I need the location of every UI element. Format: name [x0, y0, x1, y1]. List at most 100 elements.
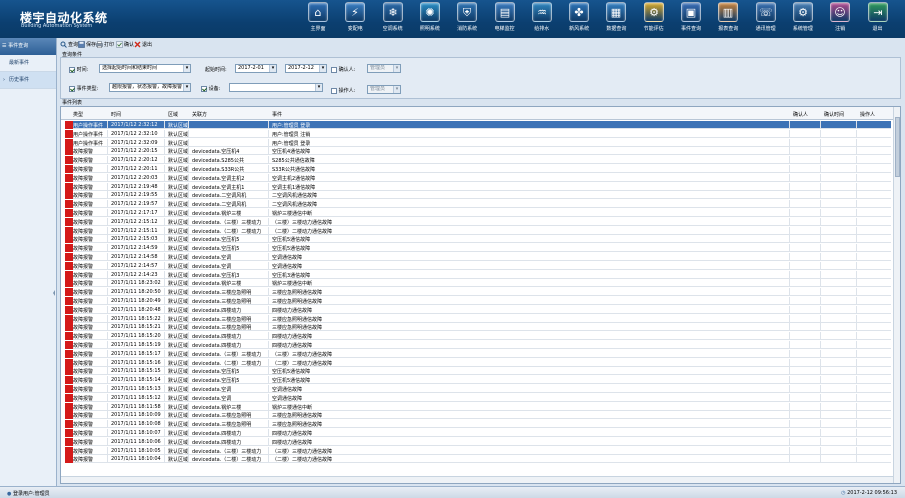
column-divider [820, 446, 821, 455]
nav-item-elevator[interactable]: ▤ 电梯监控 [487, 2, 523, 37]
table-row[interactable]: 故障报警 2017/1/12 2:20:03 默认区域 devicedata.空调主机… [65, 173, 891, 182]
table-row[interactable]: 故障报警 2017/1/11 18:10:07 默认区域 devicedata.四楼动… [65, 429, 891, 437]
event-type-checkbox-group[interactable]: 事件类型: [69, 85, 98, 92]
table-row[interactable]: 故障报警 2017/1/11 18:10:05 默认区域 devicedata.（三楼… [65, 446, 891, 455]
operator-checkbox[interactable] [331, 87, 337, 94]
vertical-scrollbar[interactable] [893, 107, 900, 483]
table-row[interactable]: 用户操作事件 2017/1/12 2:32:09 默认区域 用户:管理员 登录 [65, 138, 891, 147]
scrollbar-thumb[interactable] [895, 117, 900, 177]
table-row[interactable]: 故障报警 2017/1/12 2:19:57 默认区域 devicedata.二空调风… [65, 200, 891, 209]
column-divider [789, 429, 790, 437]
event-type-checkbox[interactable] [69, 85, 75, 92]
device-checkbox[interactable] [201, 85, 207, 92]
table-row[interactable]: 故障报警 2017/1/11 18:15:14 默认区域 devicedata.空压机… [65, 376, 891, 385]
table-row[interactable]: 故障报警 2017/1/12 2:19:55 默认区域 devicedata.二空调风… [65, 191, 891, 200]
column-header[interactable]: 操作人 [860, 111, 875, 118]
confirm-person-checkbox-group[interactable]: 确认人: [331, 66, 355, 73]
nav-item-comm[interactable]: ☏ 通讯管理 [748, 2, 784, 37]
column-header[interactable]: 时间 [111, 111, 121, 118]
nav-item-gear[interactable]: ⚙ 系统管理 [785, 2, 821, 37]
device-checkbox-group[interactable]: 设备: [201, 85, 220, 92]
table-row[interactable]: 故障报警 2017/1/11 18:15:17 默认区域 devicedata.（三楼… [65, 349, 891, 358]
table-row[interactable]: 故障报警 2017/1/11 18:15:19 默认区域 devicedata.四楼动… [65, 341, 891, 349]
column-divider [820, 349, 821, 358]
table-row[interactable]: 故障报警 2017/1/12 2:17:17 默认区域 devicedata.锅炉三楼… [65, 209, 891, 217]
nav-item-power[interactable]: ⚡ 变配电 [337, 2, 373, 37]
table-row[interactable]: 故障报警 2017/1/11 18:10:08 默认区域 devicedata.三楼应… [65, 420, 891, 429]
nav-item-logout-user[interactable]: ☺ 注销 [822, 2, 858, 37]
nav-item-exit[interactable]: ⇥ 退出 [860, 2, 896, 37]
nav-item-event[interactable]: ▣ 事件查询 [673, 2, 709, 37]
time-checkbox-group[interactable]: 时间: [69, 66, 88, 73]
time-checkbox[interactable] [69, 66, 75, 73]
table-row[interactable]: 用户操作事件 2017/1/12 2:32:12 默认区域 用户:管理员 登录 [65, 121, 891, 129]
table-row[interactable]: 故障报警 2017/1/11 18:20:50 默认区域 devicedata.三楼应… [65, 288, 891, 297]
save-button[interactable]: 保存 [78, 40, 96, 51]
start-date-picker[interactable]: 2017-2-01 ▾ [235, 64, 277, 73]
nav-item-report[interactable]: ▥ 报表查询 [710, 2, 746, 37]
nav-item-light[interactable]: ✺ 照明系统 [412, 2, 448, 37]
table-row[interactable]: 故障报警 2017/1/12 2:14:58 默认区域 devicedata.空调 空调… [65, 253, 891, 261]
table-row[interactable]: 故障报警 2017/1/12 2:19:48 默认区域 devicedata.空调主机… [65, 182, 891, 191]
nav-item-aircon[interactable]: ❄ 空调系统 [375, 2, 411, 37]
device-select[interactable]: ▾ [229, 83, 323, 92]
column-divider [856, 402, 857, 411]
column-divider [820, 270, 821, 279]
table-row[interactable]: 故障报警 2017/1/12 2:14:59 默认区域 devicedata.空压机5… [65, 244, 891, 253]
confirm-button[interactable]: 确认 [116, 40, 134, 51]
table-row[interactable]: 故障报警 2017/1/11 18:10:06 默认区域 devicedata.四楼动… [65, 437, 891, 446]
table-row[interactable]: 故障报警 2017/1/12 2:15:11 默认区域 devicedata.（二楼）… [65, 226, 891, 235]
end-date-picker[interactable]: 2017-2-12 ▾ [285, 64, 327, 73]
table-row[interactable]: 故障报警 2017/1/11 18:20:48 默认区域 devicedata.四楼动… [65, 305, 891, 314]
table-row[interactable]: 用户操作事件 2017/1/12 2:32:10 默认区域 用户:管理员 注销 [65, 129, 891, 138]
column-header[interactable]: 类型 [73, 111, 83, 118]
nav-item-energy[interactable]: ⚙ 节能评估 [636, 2, 672, 37]
row-alarm-marker [65, 393, 73, 402]
table-row[interactable]: 故障报警 2017/1/11 18:11:58 默认区域 devicedata.锅炉三… [65, 402, 891, 411]
column-header[interactable]: 关联方 [192, 111, 207, 118]
table-cell: 空压机5通信故障 [272, 237, 311, 244]
confirm-person-checkbox[interactable] [331, 66, 337, 73]
table-row[interactable]: 故障报警 2017/1/12 2:20:12 默认区域 devicedata.S285… [65, 156, 891, 165]
table-row[interactable]: 故障报警 2017/1/12 2:15:03 默认区域 devicedata.空压机5… [65, 235, 891, 244]
query-button[interactable]: 查询 [60, 40, 78, 51]
column-header[interactable]: 区域 [168, 111, 178, 118]
column-header[interactable]: 确认人 [793, 111, 808, 118]
operator-checkbox-group[interactable]: 操作人: [331, 87, 355, 94]
event-type-select[interactable]: 越限报警，状态报警，故障报警 ▾ [109, 83, 191, 92]
nav-item-fire-shield[interactable]: ⛨ 消防系统 [449, 2, 485, 37]
column-header[interactable]: 确认时间 [824, 111, 844, 118]
table-row[interactable]: 故障报警 2017/1/12 2:15:12 默认区域 devicedata.（三楼）… [65, 217, 891, 226]
table-row[interactable]: 故障报警 2017/1/12 2:14:23 默认区域 devicedata.空压机3… [65, 270, 891, 279]
table-row[interactable]: 故障报警 2017/1/12 2:20:15 默认区域 devicedata.空压机4… [65, 147, 891, 156]
nav-item-home[interactable]: ⌂ 主界面 [300, 2, 336, 37]
nav-item-fan[interactable]: ✤ 新风系统 [561, 2, 597, 37]
table-row[interactable]: 故障报警 2017/1/11 18:15:20 默认区域 devicedata.四楼动… [65, 332, 891, 341]
horizontal-scrollbar[interactable] [61, 476, 893, 483]
table-row[interactable]: 故障报警 2017/1/11 18:23:02 默认区域 devicedata.锅炉三… [65, 279, 891, 288]
table-row[interactable]: 故障报警 2017/1/11 18:15:21 默认区域 devicedata.三楼应… [65, 323, 891, 332]
table-row[interactable]: 故障报警 2017/1/11 18:15:15 默认区域 devicedata.空压机… [65, 367, 891, 376]
nav-item-water[interactable]: ♒ 给排水 [524, 2, 560, 37]
table-row[interactable]: 故障报警 2017/1/11 18:15:16 默认区域 devicedata.（二楼… [65, 358, 891, 367]
operator-select[interactable]: 管理员 ▾ [367, 85, 401, 94]
table-row[interactable]: 故障报警 2017/1/11 18:10:04 默认区域 devicedata.（二楼… [65, 455, 891, 464]
splitter-handle[interactable] [52, 278, 56, 308]
table-row[interactable]: 故障报警 2017/1/11 18:20:49 默认区域 devicedata.三楼应… [65, 297, 891, 305]
sidebar-item-latest-events[interactable]: 最新事件 [0, 55, 56, 72]
row-alarm-marker [65, 261, 73, 270]
sidebar-item-history-events[interactable]: › 历史事件 [0, 72, 56, 89]
table-row[interactable]: 故障报警 2017/1/11 18:15:12 默认区域 devicedata.空调 空… [65, 393, 891, 402]
table-row[interactable]: 故障报警 2017/1/11 18:15:13 默认区域 devicedata.空调 空… [65, 385, 891, 393]
confirm-person-select[interactable]: 管理员 ▾ [367, 64, 401, 73]
nav-item-data[interactable]: ▦ 数据查询 [598, 2, 634, 37]
column-header[interactable]: 事件 [272, 111, 282, 118]
table-row[interactable]: 故障报警 2017/1/12 2:20:11 默认区域 devicedata.S33R… [65, 165, 891, 173]
print-button[interactable]: 打印 [96, 40, 114, 51]
table-row[interactable]: 故障报警 2017/1/12 2:14:57 默认区域 devicedata.空调 空调… [65, 261, 891, 270]
exit-button[interactable]: 退出 [134, 40, 152, 51]
time-range-select[interactable]: 选择起始时间和结束时间 ▾ [99, 64, 191, 73]
table-row[interactable]: 故障报警 2017/1/11 18:10:09 默认区域 devicedata.三楼应… [65, 411, 891, 420]
column-divider [820, 411, 821, 420]
table-row[interactable]: 故障报警 2017/1/11 18:15:22 默认区域 devicedata.三楼应… [65, 314, 891, 323]
